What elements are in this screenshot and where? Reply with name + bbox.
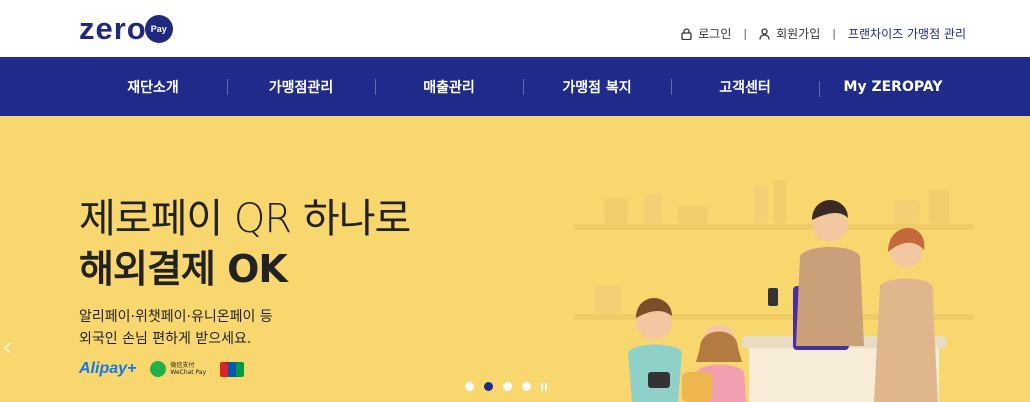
nav-tab-merchant[interactable]: 가맹점관리 bbox=[227, 77, 375, 97]
login-link[interactable]: 로그인 bbox=[681, 25, 731, 42]
hero-banner[interactable]: 제로페이 QR 하나로 해외결제 OK 알리페이·위챗페이·유니온페이 등 외국… bbox=[0, 116, 1030, 402]
carousel-dot-active[interactable] bbox=[484, 382, 493, 391]
carousel-dot[interactable] bbox=[522, 382, 531, 391]
nav-tab-support[interactable]: 고객센터 bbox=[671, 77, 819, 97]
login-label: 로그인 bbox=[698, 27, 732, 41]
hero-subtext: 알리페이·위챗페이·유니온페이 등 외국인 손님 편하게 받으세요. bbox=[79, 306, 273, 350]
prev-slide-arrow[interactable]: ‹ bbox=[2, 330, 13, 363]
payment-logos: Alipay+ 微信支付 WeChat Pay bbox=[79, 360, 245, 378]
signup-label: 회원가입 bbox=[776, 27, 821, 41]
signup-link[interactable]: 회원가입 bbox=[759, 25, 820, 42]
hero-illustration bbox=[574, 180, 974, 402]
zeropay-logo[interactable]: zero Pay bbox=[79, 11, 173, 46]
person-icon bbox=[759, 27, 770, 40]
unionpay-logo bbox=[220, 361, 245, 377]
wechat-icon bbox=[150, 361, 167, 377]
nav-tab-sales[interactable]: 매출관리 bbox=[375, 77, 523, 97]
carousel-indicators bbox=[465, 382, 547, 391]
carousel-dot[interactable] bbox=[465, 382, 474, 391]
top-header: zero Pay 로그인 | 회원가입 | 프랜차이즈 가맹점 관리 bbox=[0, 0, 1030, 57]
nav-tab-my-zeropay[interactable]: My ZEROPAY bbox=[819, 79, 967, 97]
wechat-pay-logo: 微信支付 WeChat Pay bbox=[150, 361, 206, 377]
main-nav: 재단소개 가맹점관리 매출관리 가맹점 복지 고객센터 My ZEROPAY bbox=[0, 57, 1030, 116]
nav-tab-foundation[interactable]: 재단소개 bbox=[79, 77, 227, 97]
nav-tab-welfare[interactable]: 가맹점 복지 bbox=[523, 77, 671, 97]
logo-text: zero bbox=[79, 11, 147, 46]
hero-headline-bold: 해외결제 OK bbox=[79, 247, 288, 291]
wechat-line2: WeChat Pay bbox=[170, 369, 207, 376]
logo-pay-badge: Pay bbox=[144, 15, 173, 43]
carousel-dot[interactable] bbox=[503, 382, 512, 391]
lock-icon bbox=[681, 27, 692, 40]
hero-headline-light: 제로페이 QR 하나로 bbox=[79, 196, 411, 242]
wechat-line1: 微信支付 bbox=[170, 362, 195, 369]
hero-sub-line1: 알리페이·위챗페이·유니온페이 등 bbox=[79, 309, 273, 325]
divider: | bbox=[832, 27, 836, 40]
utility-links: 로그인 | 회원가입 | 프랜차이즈 가맹점 관리 bbox=[681, 25, 966, 42]
hero-sub-line2: 외국인 손님 편하게 받으세요. bbox=[79, 331, 252, 347]
alipay-logo: Alipay+ bbox=[79, 360, 137, 377]
franchise-link[interactable]: 프랜차이즈 가맹점 관리 bbox=[848, 25, 966, 42]
divider: | bbox=[743, 27, 748, 40]
pause-icon[interactable] bbox=[541, 382, 547, 391]
